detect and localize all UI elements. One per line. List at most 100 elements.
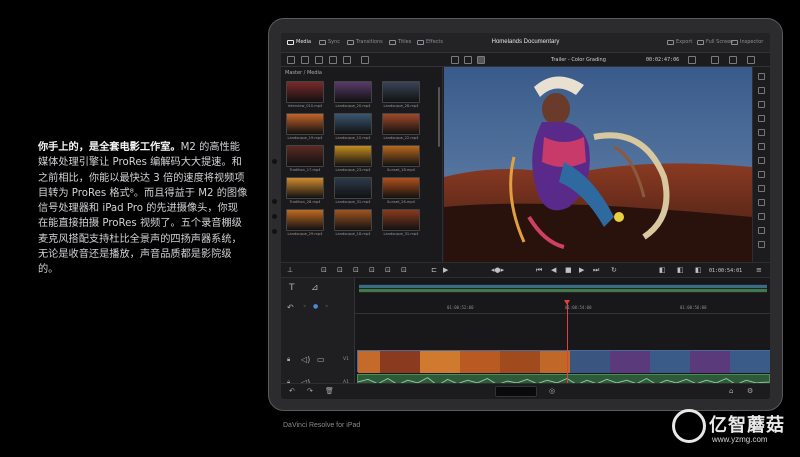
snap-icon[interactable]: ⊿ [311,283,319,293]
mark-out-icon[interactable]: ▶ [443,267,448,274]
timeline[interactable]: T ⊿ ↶ ◦ ● ◦ 🔒︎ ◁) ▭ V1 🔒︎ ◁) A1 01:00:52… [281,278,770,399]
viewer-mode-icon[interactable] [451,56,459,64]
clip-item[interactable]: Landscape_23.mp4 [334,145,372,172]
clip-item[interactable]: Landscape_29.mp4 [286,209,324,236]
cut-page-button[interactable] [495,386,537,397]
redo-icon[interactable]: ↷ [307,387,313,395]
lock-track-icon[interactable]: 🔒︎ [287,356,290,364]
zoom-minus-icon[interactable]: ◦ [303,303,307,310]
color-icon[interactable] [711,56,719,64]
clip-name: Landscape_18.mp4 [335,232,371,236]
media-path: Master / Media [285,70,322,76]
color-wheel-icon[interactable] [758,87,765,94]
menu-icon[interactable]: ≡ [756,267,762,274]
insert-icon[interactable]: ⊡ [321,267,327,274]
ripple-icon[interactable]: ⊡ [401,267,407,274]
clip-item[interactable]: Sunset_18.mp4 [382,145,420,172]
reverse-play-icon[interactable]: ◀ [551,267,556,274]
clip-item[interactable]: Tradition_28.mp4 [286,177,324,204]
clip-item[interactable]: Interview_010.mp4 [286,81,324,108]
audio-meter-icon-2[interactable]: ◧ [677,267,684,274]
mark-in-icon[interactable]: ⊏ [431,267,437,274]
split-view-icon[interactable] [464,56,472,64]
jog-icon[interactable]: ◂●▸ [491,267,504,274]
clip-thumbnail [334,113,372,135]
delete-icon[interactable]: 🗑︎ [325,387,334,395]
scope-icon[interactable] [758,73,765,80]
clip-thumbnail [334,81,372,103]
replace-icon[interactable]: ⊡ [353,267,359,274]
clip-item[interactable]: Landscape_19.mp4 [286,113,324,140]
more-side-icon[interactable] [758,241,765,248]
clip-item[interactable]: Landscape_31.mp4 [382,209,420,236]
clip-item[interactable]: Tradition_17.mp4 [286,145,324,172]
settings-gear-icon[interactable]: ⚙ [747,387,753,395]
prev-clip-icon[interactable]: ⏮ [536,267,542,274]
marker-icon[interactable] [758,199,765,206]
next-clip-icon[interactable]: ⏭ [593,267,599,274]
clip-name: Landscape_20.mp4 [335,104,371,108]
audio-meter-icon-3[interactable]: ◧ [695,267,702,274]
list-view-icon[interactable] [287,56,295,64]
top-bar: Media Sync Transitions Titles Effects Ho… [281,33,770,53]
inspector-button[interactable]: Inspector [731,39,763,45]
title-tool-icon[interactable]: T [289,283,295,293]
video-track-icon[interactable]: ▭ [317,355,325,364]
overwrite-icon[interactable]: ⊡ [337,267,343,274]
grid-view-icon[interactable] [477,56,485,64]
retime-icon[interactable] [758,227,765,234]
clip-item[interactable]: Landscape_10.mp4 [334,113,372,140]
clip-thumbnail [382,81,420,103]
home-icon[interactable]: ⌂ [729,387,733,395]
more-icon[interactable] [688,56,696,64]
import-icon[interactable] [301,56,309,64]
effects-side-icon[interactable] [758,185,765,192]
audio-meter-icon[interactable]: ◧ [659,267,666,274]
search-icon[interactable] [361,56,369,64]
clip-item[interactable]: Landscape_28.mp4 [382,81,420,108]
text-icon[interactable] [758,171,765,178]
zoom-icon[interactable] [758,101,765,108]
sort-desc-icon[interactable] [343,56,351,64]
append-icon[interactable]: ⊡ [369,267,375,274]
clip-item[interactable]: Landscape_22.mp4 [382,113,420,140]
fullscreen-button[interactable]: Full Screen [697,39,733,45]
sort-icon[interactable] [329,56,337,64]
link-clips-icon[interactable]: ↶ [287,303,294,312]
media-scrollbar[interactable] [438,87,440,147]
audio-icon[interactable] [747,56,755,64]
place-on-top-icon[interactable]: ⊡ [385,267,391,274]
clip-item[interactable]: Landscape_20.mp4 [334,81,372,108]
clip-item[interactable]: Landscape_18.mp4 [334,209,372,236]
edit-tool-icon[interactable]: ⊥ [287,267,293,274]
position-lock-icon[interactable]: ● [313,303,318,310]
loop-icon[interactable]: ↻ [611,267,617,274]
speed-icon[interactable] [758,143,765,150]
video-clip-filmstrip [358,351,770,373]
time-ruler[interactable]: 01:00:52:00 01:00:54:00 01:00:56:00 [355,302,770,314]
clip-item[interactable]: Landscape_31.mp4 [334,177,372,204]
tab-label: Inspector [740,39,764,45]
flag-icon[interactable] [758,213,765,220]
zoom-plus-icon[interactable]: ◦ [325,303,329,310]
settings-icon[interactable] [729,56,737,64]
audio-level-icon[interactable] [758,157,765,164]
camera-dot [272,159,277,164]
color-page-icon[interactable]: ◎ [549,387,555,395]
stop-icon[interactable]: ■ [565,267,572,274]
crop-icon[interactable] [758,115,765,122]
play-icon[interactable]: ▶ [579,267,584,274]
watermark-brand: 亿智蘑菇 [709,415,785,436]
audio-monitor-icon[interactable]: ◁) [301,355,310,364]
video-track-clips[interactable] [357,350,770,373]
transform-icon[interactable] [758,129,765,136]
mini-timeline[interactable] [359,284,767,293]
viewer-sidebar [752,67,770,262]
export-button[interactable]: Export [667,39,692,45]
link-icon[interactable] [315,56,323,64]
clip-item[interactable]: Sunset_26.mp4 [382,177,420,204]
clip-thumbnail [334,177,372,199]
video-viewer[interactable] [444,67,752,262]
mushroom-logo-icon [672,409,706,443]
undo-icon[interactable]: ↶ [289,387,295,395]
